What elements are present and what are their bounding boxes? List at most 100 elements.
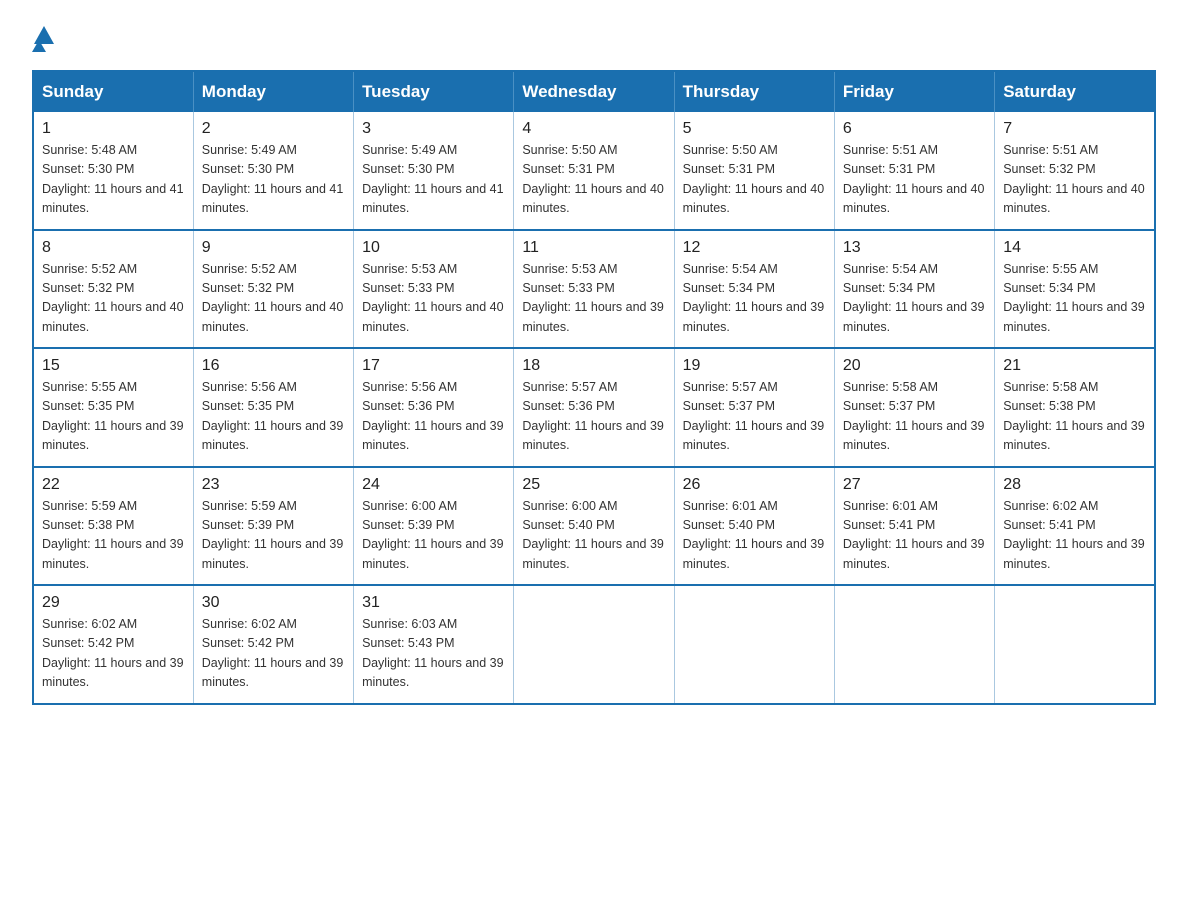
calendar-cell: 26Sunrise: 6:01 AMSunset: 5:40 PMDayligh… [674, 467, 834, 586]
calendar-cell [674, 585, 834, 704]
day-number: 6 [843, 120, 986, 138]
day-info: Sunrise: 5:53 AMSunset: 5:33 PMDaylight:… [522, 260, 665, 338]
day-info: Sunrise: 5:49 AMSunset: 5:30 PMDaylight:… [362, 141, 505, 219]
calendar-cell: 4 Sunrise: 5:50 AMSunset: 5:31 PMDaylight… [514, 112, 674, 230]
day-number: 8 [42, 239, 185, 257]
calendar-table: SundayMondayTuesdayWednesdayThursdayFrid… [32, 70, 1156, 705]
calendar-cell [834, 585, 994, 704]
calendar-cell: 17 Sunrise: 5:56 AMSunset: 5:36 PMDayligh… [354, 348, 514, 467]
day-number: 5 [683, 120, 826, 138]
day-info: Sunrise: 5:53 AMSunset: 5:33 PMDaylight:… [362, 260, 505, 338]
day-number: 2 [202, 120, 345, 138]
day-number: 1 [42, 120, 185, 138]
calendar-cell [995, 585, 1155, 704]
weekday-header-wednesday: Wednesday [514, 71, 674, 112]
day-number: 4 [522, 120, 665, 138]
day-info: Sunrise: 5:58 AMSunset: 5:37 PMDaylight:… [843, 378, 986, 456]
calendar-cell: 30 Sunrise: 6:02 AMSunset: 5:42 PMDayligh… [193, 585, 353, 704]
day-number: 16 [202, 357, 345, 375]
day-info: Sunrise: 5:48 AMSunset: 5:30 PMDaylight:… [42, 141, 185, 219]
day-number: 10 [362, 239, 505, 257]
calendar-cell: 3Sunrise: 5:49 AMSunset: 5:30 PMDaylight… [354, 112, 514, 230]
calendar-cell: 31 Sunrise: 6:03 AMSunset: 5:43 PMDayligh… [354, 585, 514, 704]
calendar-cell: 12Sunrise: 5:54 AMSunset: 5:34 PMDayligh… [674, 230, 834, 349]
calendar-cell: 16 Sunrise: 5:56 AMSunset: 5:35 PMDayligh… [193, 348, 353, 467]
day-number: 28 [1003, 476, 1146, 494]
calendar-cell: 9 Sunrise: 5:52 AMSunset: 5:32 PMDaylight… [193, 230, 353, 349]
day-info: Sunrise: 6:02 AMSunset: 5:42 PMDaylight:… [42, 615, 185, 693]
day-info: Sunrise: 5:57 AMSunset: 5:36 PMDaylight:… [522, 378, 665, 456]
logo-triangle-icon [34, 26, 54, 44]
calendar-cell: 10 Sunrise: 5:53 AMSunset: 5:33 PMDayligh… [354, 230, 514, 349]
calendar-cell: 8 Sunrise: 5:52 AMSunset: 5:32 PMDaylight… [33, 230, 193, 349]
day-info: Sunrise: 6:03 AMSunset: 5:43 PMDaylight:… [362, 615, 505, 693]
calendar-cell: 2 Sunrise: 5:49 AMSunset: 5:30 PMDaylight… [193, 112, 353, 230]
day-number: 30 [202, 594, 345, 612]
day-number: 29 [42, 594, 185, 612]
weekday-header-friday: Friday [834, 71, 994, 112]
day-number: 14 [1003, 239, 1146, 257]
day-number: 31 [362, 594, 505, 612]
calendar-cell: 18 Sunrise: 5:57 AMSunset: 5:36 PMDayligh… [514, 348, 674, 467]
day-number: 9 [202, 239, 345, 257]
calendar-cell: 5 Sunrise: 5:50 AMSunset: 5:31 PMDaylight… [674, 112, 834, 230]
calendar-cell: 13Sunrise: 5:54 AMSunset: 5:34 PMDayligh… [834, 230, 994, 349]
day-info: Sunrise: 5:51 AMSunset: 5:32 PMDaylight:… [1003, 141, 1146, 219]
day-info: Sunrise: 5:59 AMSunset: 5:39 PMDaylight:… [202, 497, 345, 575]
day-info: Sunrise: 5:50 AMSunset: 5:31 PMDaylight:… [683, 141, 826, 219]
calendar-week-row: 15Sunrise: 5:55 AMSunset: 5:35 PMDayligh… [33, 348, 1155, 467]
day-info: Sunrise: 6:02 AMSunset: 5:41 PMDaylight:… [1003, 497, 1146, 575]
day-info: Sunrise: 5:55 AMSunset: 5:34 PMDaylight:… [1003, 260, 1146, 338]
calendar-cell: 29 Sunrise: 6:02 AMSunset: 5:42 PMDayligh… [33, 585, 193, 704]
calendar-cell: 15Sunrise: 5:55 AMSunset: 5:35 PMDayligh… [33, 348, 193, 467]
day-info: Sunrise: 5:55 AMSunset: 5:35 PMDaylight:… [42, 378, 185, 456]
day-number: 25 [522, 476, 665, 494]
day-number: 18 [522, 357, 665, 375]
calendar-cell [514, 585, 674, 704]
day-number: 26 [683, 476, 826, 494]
calendar-cell: 7Sunrise: 5:51 AMSunset: 5:32 PMDaylight… [995, 112, 1155, 230]
day-number: 13 [843, 239, 986, 257]
day-info: Sunrise: 5:51 AMSunset: 5:31 PMDaylight:… [843, 141, 986, 219]
day-info: Sunrise: 5:52 AMSunset: 5:32 PMDaylight:… [202, 260, 345, 338]
day-number: 17 [362, 357, 505, 375]
day-info: Sunrise: 6:02 AMSunset: 5:42 PMDaylight:… [202, 615, 345, 693]
day-info: Sunrise: 6:00 AMSunset: 5:39 PMDaylight:… [362, 497, 505, 575]
day-info: Sunrise: 5:56 AMSunset: 5:35 PMDaylight:… [202, 378, 345, 456]
day-info: Sunrise: 6:01 AMSunset: 5:41 PMDaylight:… [843, 497, 986, 575]
day-number: 19 [683, 357, 826, 375]
day-number: 27 [843, 476, 986, 494]
calendar-week-row: 8 Sunrise: 5:52 AMSunset: 5:32 PMDaylight… [33, 230, 1155, 349]
page-header [32, 24, 1156, 52]
calendar-cell: 27 Sunrise: 6:01 AMSunset: 5:41 PMDayligh… [834, 467, 994, 586]
calendar-cell: 28 Sunrise: 6:02 AMSunset: 5:41 PMDayligh… [995, 467, 1155, 586]
day-info: Sunrise: 5:57 AMSunset: 5:37 PMDaylight:… [683, 378, 826, 456]
day-number: 24 [362, 476, 505, 494]
weekday-header-tuesday: Tuesday [354, 71, 514, 112]
day-info: Sunrise: 5:52 AMSunset: 5:32 PMDaylight:… [42, 260, 185, 338]
calendar-cell: 19 Sunrise: 5:57 AMSunset: 5:37 PMDayligh… [674, 348, 834, 467]
calendar-cell: 23 Sunrise: 5:59 AMSunset: 5:39 PMDayligh… [193, 467, 353, 586]
weekday-header-thursday: Thursday [674, 71, 834, 112]
calendar-header-row: SundayMondayTuesdayWednesdayThursdayFrid… [33, 71, 1155, 112]
calendar-cell: 6 Sunrise: 5:51 AMSunset: 5:31 PMDaylight… [834, 112, 994, 230]
day-number: 11 [522, 239, 665, 257]
calendar-cell: 24 Sunrise: 6:00 AMSunset: 5:39 PMDayligh… [354, 467, 514, 586]
day-info: Sunrise: 5:58 AMSunset: 5:38 PMDaylight:… [1003, 378, 1146, 456]
calendar-cell: 22Sunrise: 5:59 AMSunset: 5:38 PMDayligh… [33, 467, 193, 586]
day-info: Sunrise: 5:50 AMSunset: 5:31 PMDaylight:… [522, 141, 665, 219]
day-number: 23 [202, 476, 345, 494]
weekday-header-saturday: Saturday [995, 71, 1155, 112]
calendar-cell: 21 Sunrise: 5:58 AMSunset: 5:38 PMDayligh… [995, 348, 1155, 467]
day-info: Sunrise: 5:56 AMSunset: 5:36 PMDaylight:… [362, 378, 505, 456]
day-number: 22 [42, 476, 185, 494]
calendar-cell: 25Sunrise: 6:00 AMSunset: 5:40 PMDayligh… [514, 467, 674, 586]
weekday-header-sunday: Sunday [33, 71, 193, 112]
day-number: 20 [843, 357, 986, 375]
day-info: Sunrise: 5:49 AMSunset: 5:30 PMDaylight:… [202, 141, 345, 219]
calendar-cell: 14 Sunrise: 5:55 AMSunset: 5:34 PMDayligh… [995, 230, 1155, 349]
weekday-header-monday: Monday [193, 71, 353, 112]
calendar-cell: 1 Sunrise: 5:48 AMSunset: 5:30 PMDaylight… [33, 112, 193, 230]
day-number: 21 [1003, 357, 1146, 375]
logo [32, 24, 56, 52]
